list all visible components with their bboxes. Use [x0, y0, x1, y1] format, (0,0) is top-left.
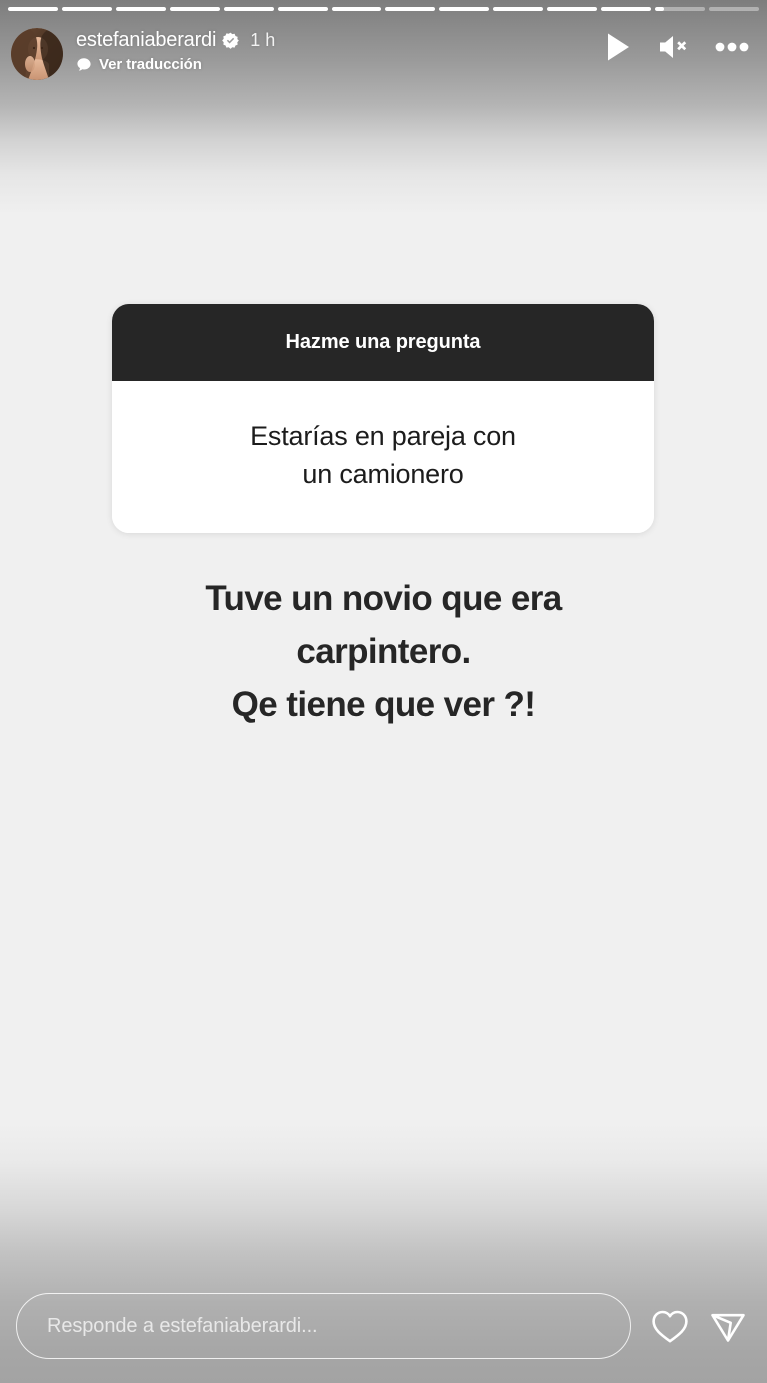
- story-progress-bar[interactable]: [8, 7, 759, 11]
- progress-segment-fill: [224, 7, 274, 11]
- progress-segment-fill: [170, 7, 220, 11]
- reply-bar: Responde a estefaniaberardi...: [0, 1283, 767, 1383]
- story-controls: [605, 32, 749, 62]
- progress-segment[interactable]: [601, 7, 651, 11]
- story-header: estefaniaberardi 1 h Ver traducción: [0, 26, 767, 88]
- heart-icon[interactable]: [649, 1307, 691, 1345]
- speech-bubble-icon: [76, 57, 92, 73]
- sticker-question-text: Estarías en pareja con un camionero: [250, 417, 516, 493]
- paper-plane-icon[interactable]: [707, 1306, 749, 1346]
- progress-segment[interactable]: [332, 7, 382, 11]
- ellipsis-icon[interactable]: [715, 42, 749, 52]
- progress-segment-fill: [493, 7, 543, 11]
- progress-segment-fill: [385, 7, 435, 11]
- progress-segment[interactable]: [493, 7, 543, 11]
- instagram-story-viewer: estefaniaberardi 1 h Ver traducción: [0, 0, 767, 1383]
- profile-avatar-image: [11, 28, 63, 80]
- username-label[interactable]: estefaniaberardi: [76, 26, 216, 54]
- sticker-prompt-label: Hazme una pregunta: [286, 331, 481, 354]
- progress-segment-fill: [332, 7, 382, 11]
- progress-segment[interactable]: [439, 7, 489, 11]
- see-translation-row[interactable]: Ver traducción: [76, 56, 275, 73]
- progress-segment[interactable]: [385, 7, 435, 11]
- progress-segment-fill: [8, 7, 58, 11]
- play-icon[interactable]: [605, 32, 631, 62]
- progress-segment-fill: [601, 7, 651, 11]
- progress-segment-fill: [116, 7, 166, 11]
- progress-segment[interactable]: [547, 7, 597, 11]
- avatar[interactable]: [11, 28, 63, 80]
- progress-segment-fill: [278, 7, 328, 11]
- reply-input[interactable]: Responde a estefaniaberardi...: [16, 1293, 631, 1359]
- reply-actions: [645, 1306, 749, 1346]
- progress-segment-fill: [547, 7, 597, 11]
- reply-placeholder: Responde a estefaniaberardi...: [47, 1315, 318, 1338]
- progress-segment-fill: [655, 7, 664, 11]
- progress-segment-fill: [439, 7, 489, 11]
- progress-segment[interactable]: [655, 7, 705, 11]
- verified-badge-icon: [222, 32, 239, 49]
- author-row: estefaniaberardi 1 h: [76, 26, 275, 54]
- see-translation-label: Ver traducción: [99, 56, 202, 73]
- progress-segment[interactable]: [709, 7, 759, 11]
- progress-segment[interactable]: [170, 7, 220, 11]
- question-sticker[interactable]: Hazme una pregunta Estarías en pareja co…: [112, 304, 654, 533]
- progress-segment[interactable]: [116, 7, 166, 11]
- progress-segment[interactable]: [8, 7, 58, 11]
- story-answer-text: Tuve un novio que era carpintero. Qe tie…: [0, 572, 767, 731]
- progress-segment[interactable]: [224, 7, 274, 11]
- progress-segment[interactable]: [278, 7, 328, 11]
- sticker-body: Estarías en pareja con un camionero: [112, 381, 654, 533]
- timestamp-label: 1 h: [250, 26, 275, 54]
- sticker-header: Hazme una pregunta: [112, 304, 654, 381]
- speaker-muted-icon[interactable]: [657, 33, 689, 61]
- story-author-meta: estefaniaberardi 1 h Ver traducción: [76, 26, 275, 73]
- progress-segment[interactable]: [62, 7, 112, 11]
- progress-segment-fill: [62, 7, 112, 11]
